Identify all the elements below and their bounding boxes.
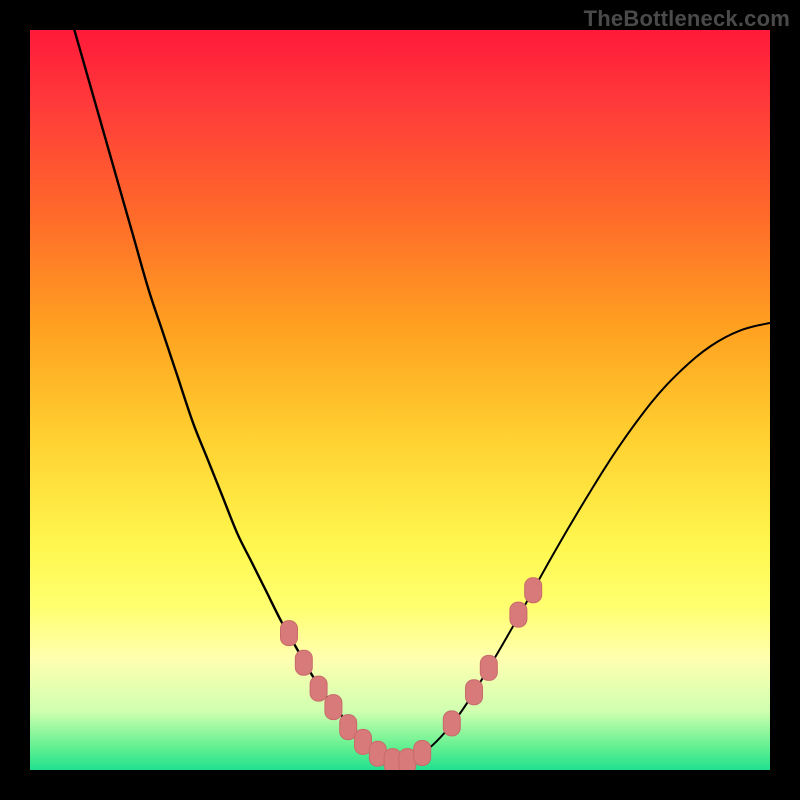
data-marker [414,741,431,766]
data-marker [480,655,497,680]
data-marker [443,711,460,736]
markers-group [281,578,542,770]
data-marker [510,602,527,627]
markers-layer [30,30,770,770]
stage: TheBottleneck.com [0,0,800,800]
data-marker [281,621,298,646]
data-marker [310,676,327,701]
plot-area [30,30,770,770]
data-marker [325,695,342,720]
watermark-text: TheBottleneck.com [584,6,790,32]
data-marker [466,680,483,705]
data-marker [525,578,542,603]
data-marker [295,650,312,675]
